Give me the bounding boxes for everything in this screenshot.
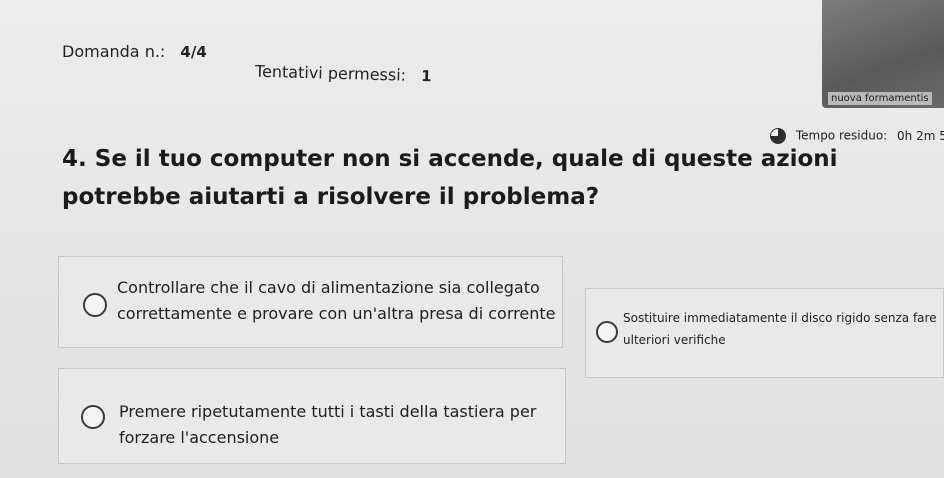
attempts-info: Tentativi permessi: 1 <box>255 62 432 86</box>
radio-button-3[interactable] <box>81 405 105 429</box>
question-counter: Domanda n.: 4/4 <box>62 42 207 61</box>
answer-option-2[interactable]: Sostituire immediatamente il disco rigid… <box>585 288 944 378</box>
radio-button-1[interactable] <box>83 293 107 317</box>
brand-banner: nuova formamentis <box>822 0 944 108</box>
attempts-value: 1 <box>420 67 432 86</box>
question-counter-label: Domanda n.: <box>62 42 166 61</box>
answer-option-1[interactable]: Controllare che il cavo di alimentazione… <box>58 256 563 348</box>
question-text: 4. Se il tuo computer non si accende, qu… <box>62 146 838 210</box>
answer-option-3-text: Premere ripetutamente tutti i tasti dell… <box>119 402 537 447</box>
attempts-label: Tentativi permessi: <box>254 61 407 85</box>
answer-option-2-text: Sostituire immediatamente il disco rigid… <box>623 311 937 347</box>
question-counter-value: 4/4 <box>180 43 207 61</box>
answer-option-1-text: Controllare che il cavo di alimentazione… <box>117 278 556 323</box>
brand-banner-label: nuova formamentis <box>828 92 932 105</box>
answer-option-3[interactable]: Premere ripetutamente tutti i tasti dell… <box>58 368 566 464</box>
timer-value: 0h 2m 54s <box>897 128 944 143</box>
radio-button-2[interactable] <box>596 321 618 343</box>
